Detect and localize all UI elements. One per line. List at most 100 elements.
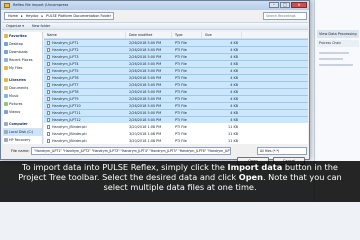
filename-label: File name: xyxy=(11,149,30,153)
nav-item[interactable]: Favorites xyxy=(3,32,42,40)
file-size: 4 KB xyxy=(230,104,238,108)
file-name-cell: Handrym_JLPT12 xyxy=(44,118,126,122)
file-date: 2/26/2018 5:00 PM xyxy=(129,111,162,115)
file-date: 3/20/2018 1:08 PM xyxy=(129,124,162,129)
file-row[interactable]: Handrym_JLPT10 2/26/2018 5:00 PM PTI File 4… xyxy=(44,102,308,109)
file-row[interactable]: Handrym_JLPT3 2/26/2018 5:00 PM PTI File 4 … xyxy=(44,53,308,60)
nav-item-label: My Files xyxy=(9,66,23,70)
breadcrumb-item[interactable]: PULSE Platform Documentation Folder xyxy=(46,14,111,18)
file-type: PTI File xyxy=(175,83,187,87)
search-input[interactable]: Search Recordings xyxy=(263,12,307,20)
file-size: 4 KB xyxy=(230,69,238,73)
file-row[interactable]: Handrym_JLPT6 2/26/2018 5:00 PM PTI File 4 … xyxy=(44,74,308,81)
file-icon xyxy=(47,124,50,129)
file-date: 2/26/2018 5:00 PM xyxy=(129,62,162,66)
file-size: 4 KB xyxy=(230,62,238,66)
column-header-type[interactable]: Type xyxy=(172,32,202,38)
file-row[interactable]: Handrym_JLPT4 2/26/2018 5:00 PM PTI File 4 … xyxy=(44,60,308,67)
breadcrumb-separator-icon: ▸ xyxy=(41,14,44,18)
file-row[interactable]: Handrym_JLPT1 2/26/2018 5:00 PM PTI File 4 … xyxy=(44,39,308,46)
close-button[interactable]: x xyxy=(291,2,307,8)
file-name-cell: Handrym_JBinder.pti xyxy=(44,131,126,136)
file-size: 4 KB xyxy=(230,48,238,52)
dialog-titlebar[interactable]: Reflex file import (Uncompress) – Select… xyxy=(1,1,309,10)
nav-item-label: Computer xyxy=(9,122,28,126)
folder-icon xyxy=(4,110,8,114)
file-row[interactable]: Handrym_JLPT12 2/26/2018 5:00 PM PTI File 4… xyxy=(44,116,308,123)
file-date: 2/26/2018 5:00 PM xyxy=(129,76,162,80)
file-import-dialog: Reflex file import (Uncompress) – Select… xyxy=(0,0,310,165)
nav-item-label: Pictures xyxy=(9,102,23,106)
file-date: 2/26/2018 5:00 PM xyxy=(129,104,162,108)
nav-item[interactable]: Recent Places xyxy=(3,56,42,64)
nav-item[interactable]: Videos xyxy=(3,108,42,116)
nav-item[interactable]: Music xyxy=(3,92,42,100)
column-header-date[interactable]: Date modified xyxy=(126,32,172,38)
file-name-cell: Handrym_JLPT8 xyxy=(44,90,126,94)
file-row[interactable]: Handrym_JLPT2 2/26/2018 5:00 PM PTI File 4 … xyxy=(44,46,308,53)
nav-item[interactable]: Desktop xyxy=(3,40,42,48)
file-row[interactable]: Handrym_JLPT8 2/26/2018 5:00 PM PTI File 4 … xyxy=(44,88,308,95)
filename-input[interactable]: "Handrym_JLPT1" "Handrym_JLPT2" "Handrym… xyxy=(31,147,231,155)
file-row[interactable]: Handrym_JBinder.pti 3/20/2018 1:08 PM PTI … xyxy=(44,123,308,130)
file-row[interactable]: Handrym_JLPT7 2/26/2018 5:00 PM PTI File 4 … xyxy=(44,81,308,88)
file-size: 4 KB xyxy=(230,118,238,122)
column-headers: Name Date modified Type Size xyxy=(44,32,308,39)
minimize-button[interactable]: – xyxy=(269,2,279,8)
nav-item-label: Local Disk (C:) xyxy=(9,130,34,134)
command-organize-button[interactable]: Organize ▾ xyxy=(6,23,24,29)
file-list: Name Date modified Type Size Handrym_JLP… xyxy=(44,32,308,144)
file-name-cell: Handrym_JLPT7 xyxy=(44,83,126,87)
file-name-cell: Handrym_JLPT11 xyxy=(44,111,126,115)
file-name-cell: Handrym_JLPT9 xyxy=(44,97,126,101)
file-icon xyxy=(47,97,50,101)
filetype-select[interactable]: All files (*.*) xyxy=(257,147,307,155)
nav-item[interactable]: Downloads xyxy=(3,48,42,56)
file-date: 2/26/2018 5:00 PM xyxy=(129,41,162,45)
file-name: Handrym_JLPT8 xyxy=(52,90,79,94)
file-row[interactable]: Handrym_JLPT11 2/26/2018 5:00 PM PTI File 4… xyxy=(44,109,308,116)
file-name: Handrym_JLPT6 xyxy=(52,76,79,80)
file-name: Handrym_JLPT7 xyxy=(52,83,79,87)
file-name: Handrym_JBinder.pti xyxy=(52,124,87,129)
nav-item[interactable]: Local Disk (C:) xyxy=(3,128,42,136)
column-header-name[interactable]: Name xyxy=(44,32,126,38)
breadcrumb-item[interactable]: Heydoc xyxy=(26,14,39,18)
nav-item[interactable]: Libraries xyxy=(3,76,42,84)
file-name-cell: Handrym_JLPT4 xyxy=(44,62,126,66)
file-name-cell: Handrym_JLPT2 xyxy=(44,48,126,52)
file-size: 4 KB xyxy=(230,90,238,94)
nav-item[interactable]: My Files xyxy=(3,64,42,72)
address-bar[interactable]: Home ▸ Heydoc ▸ PULSE Platform Documentation… xyxy=(4,12,114,20)
file-row[interactable]: Handrym_JBinder.pti 3/20/2018 1:08 PM PTI … xyxy=(44,130,308,137)
nav-item[interactable]: HP Recovery xyxy=(3,136,42,144)
folder-icon xyxy=(4,3,10,8)
nav-item[interactable]: Pictures xyxy=(3,100,42,108)
caption-line-1: To import data into PULSE Reflex, simply… xyxy=(22,162,338,172)
command-bar: Organize ▾ New folder xyxy=(2,22,308,30)
nav-item[interactable]: Documents xyxy=(3,84,42,92)
file-name: Handrym_JLPT10 xyxy=(52,104,81,108)
file-name-cell: Handrym_JLPT5 xyxy=(44,69,126,73)
column-header-size[interactable]: Size xyxy=(202,32,242,38)
nav-item-label: HP Recovery xyxy=(9,138,31,142)
folder-icon xyxy=(4,42,8,46)
file-name-cell: Handrym_JBinder.pti xyxy=(44,138,126,143)
file-row[interactable]: Handrym_JBinder.pti 3/20/2018 1:08 PM PTI … xyxy=(44,137,308,144)
file-row[interactable]: Handrym_JLPT9 2/26/2018 5:00 PM PTI File 4 … xyxy=(44,95,308,102)
maximize-button[interactable]: □ xyxy=(280,2,290,8)
breadcrumb-item[interactable]: Home xyxy=(8,14,18,18)
folder-icon xyxy=(4,86,8,90)
folder-icon xyxy=(4,58,8,62)
file-icon xyxy=(47,76,50,80)
file-name: Handrym_JBinder.pti xyxy=(52,138,87,143)
file-date: 2/26/2018 5:00 PM xyxy=(129,48,162,52)
file-type: PTI File xyxy=(175,131,187,136)
file-size: 4 KB xyxy=(230,76,238,80)
file-rows: Handrym_JLPT1 2/26/2018 5:00 PM PTI File 4 … xyxy=(44,39,308,144)
file-name-cell: Handrym_JLPT3 xyxy=(44,55,126,59)
panel-line xyxy=(319,64,353,66)
file-row[interactable]: Handrym_JLPT5 2/26/2018 5:00 PM PTI File 4 … xyxy=(44,67,308,74)
command-new-folder-button[interactable]: New folder xyxy=(32,23,50,29)
nav-item[interactable]: Computer xyxy=(3,120,42,128)
